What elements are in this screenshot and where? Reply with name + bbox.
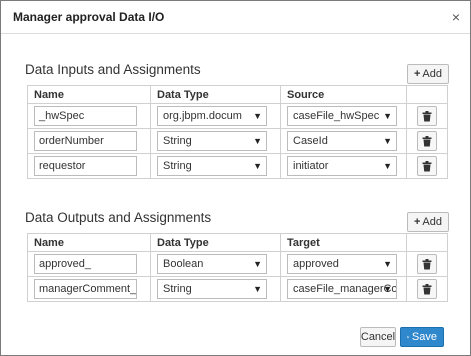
- trash-icon: [422, 283, 432, 294]
- trash-icon: [422, 110, 432, 121]
- trash-icon: [422, 135, 432, 146]
- table-header-row: Name Data Type Source: [27, 85, 448, 104]
- add-input-label: Add: [422, 68, 442, 80]
- source-select[interactable]: initiator ▼: [287, 156, 397, 176]
- source-value: initiator: [293, 160, 329, 172]
- target-value: approved: [293, 258, 339, 270]
- target-value: caseFile_managerComment: [293, 283, 397, 295]
- table-row: requestor String ▼ initiator ▼: [27, 153, 448, 179]
- table-row: managerComment_ String ▼ caseFile_manager…: [27, 276, 448, 302]
- save-label: Save: [411, 331, 437, 343]
- data-type-value: String: [163, 160, 192, 172]
- floppy-disk-icon: [407, 336, 409, 338]
- caret-down-icon: ▼: [253, 259, 262, 269]
- trash-icon: [422, 258, 432, 269]
- caret-down-icon: ▼: [383, 111, 392, 121]
- name-input[interactable]: managerComment_: [34, 279, 137, 299]
- table-row: _hwSpec org.jbpm.docum ▼ caseFile_hwSpec ▼: [27, 103, 448, 129]
- data-type-value: Boolean: [163, 258, 204, 270]
- source-select[interactable]: CaseId ▼: [287, 131, 397, 151]
- caret-down-icon: ▼: [383, 136, 392, 146]
- plus-icon: +: [413, 216, 421, 228]
- column-header-data-type: Data Type: [150, 85, 281, 104]
- caret-down-icon: ▼: [253, 161, 262, 171]
- data-type-select[interactable]: Boolean ▼: [157, 254, 267, 274]
- name-input[interactable]: requestor: [34, 156, 137, 176]
- data-type-value: String: [163, 283, 192, 295]
- column-header-target: Target: [280, 233, 407, 252]
- source-value: caseFile_hwSpec: [293, 110, 380, 122]
- column-header-source: Source: [280, 85, 407, 104]
- source-value: CaseId: [293, 135, 328, 147]
- caret-down-icon: ▼: [253, 136, 262, 146]
- table-row: orderNumber String ▼ CaseId ▼: [27, 128, 448, 154]
- table-header-row: Name Data Type Target: [27, 233, 448, 252]
- delete-row-button[interactable]: [417, 254, 437, 274]
- column-header-name: Name: [27, 85, 151, 104]
- save-button[interactable]: Save: [400, 327, 444, 347]
- caret-down-icon: ▼: [383, 161, 392, 171]
- dialog-footer: Cancel Save: [360, 327, 444, 347]
- inputs-section-title: Data Inputs and Assignments: [25, 62, 201, 77]
- delete-row-button[interactable]: [417, 131, 437, 151]
- data-type-value: org.jbpm.docum: [163, 110, 242, 122]
- caret-down-icon: ▼: [383, 259, 392, 269]
- source-select[interactable]: caseFile_hwSpec ▼: [287, 106, 397, 126]
- data-type-value: String: [163, 135, 192, 147]
- column-header-actions: [406, 233, 448, 252]
- column-header-name: Name: [27, 233, 151, 252]
- outputs-table: Name Data Type Target approved_ Boolean ▼…: [27, 233, 448, 302]
- data-type-select[interactable]: String ▼: [157, 131, 267, 151]
- delete-row-button[interactable]: [417, 279, 437, 299]
- data-type-select[interactable]: String ▼: [157, 156, 267, 176]
- data-io-dialog: Manager approval Data I/O × Data Inputs …: [0, 0, 471, 356]
- inputs-table: Name Data Type Source _hwSpec org.jbpm.d…: [27, 85, 448, 179]
- add-output-label: Add: [422, 216, 442, 228]
- name-input[interactable]: orderNumber: [34, 131, 137, 151]
- close-icon[interactable]: ×: [452, 10, 460, 24]
- target-select[interactable]: approved ▼: [287, 254, 397, 274]
- column-header-actions: [406, 85, 448, 104]
- plus-icon: +: [413, 68, 421, 80]
- table-row: approved_ Boolean ▼ approved ▼: [27, 251, 448, 277]
- dialog-title: Manager approval Data I/O: [13, 10, 165, 24]
- column-header-data-type: Data Type: [150, 233, 281, 252]
- caret-down-icon: ▼: [253, 111, 262, 121]
- dialog-header: Manager approval Data I/O ×: [1, 1, 470, 34]
- add-input-button[interactable]: + Add: [407, 64, 449, 84]
- name-input[interactable]: approved_: [34, 254, 137, 274]
- name-input[interactable]: _hwSpec: [34, 106, 137, 126]
- caret-down-icon: ▼: [253, 284, 262, 294]
- delete-row-button[interactable]: [417, 156, 437, 176]
- data-type-select[interactable]: org.jbpm.docum ▼: [157, 106, 267, 126]
- add-output-button[interactable]: + Add: [407, 212, 449, 232]
- caret-down-icon: ▼: [383, 284, 392, 294]
- data-type-select[interactable]: String ▼: [157, 279, 267, 299]
- target-select[interactable]: caseFile_managerComment▼: [287, 279, 397, 299]
- cancel-button[interactable]: Cancel: [360, 327, 396, 347]
- trash-icon: [422, 160, 432, 171]
- delete-row-button[interactable]: [417, 106, 437, 126]
- outputs-section-title: Data Outputs and Assignments: [25, 210, 212, 225]
